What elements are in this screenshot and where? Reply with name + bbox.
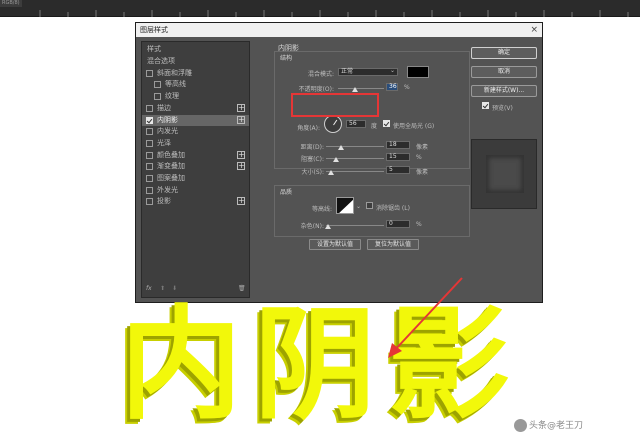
annotation-arrow: [388, 277, 463, 358]
watermark: 头条@老王刀: [514, 418, 583, 432]
watermark-logo-icon: [514, 419, 527, 432]
watermark-text: 头条@老王刀: [529, 421, 584, 431]
